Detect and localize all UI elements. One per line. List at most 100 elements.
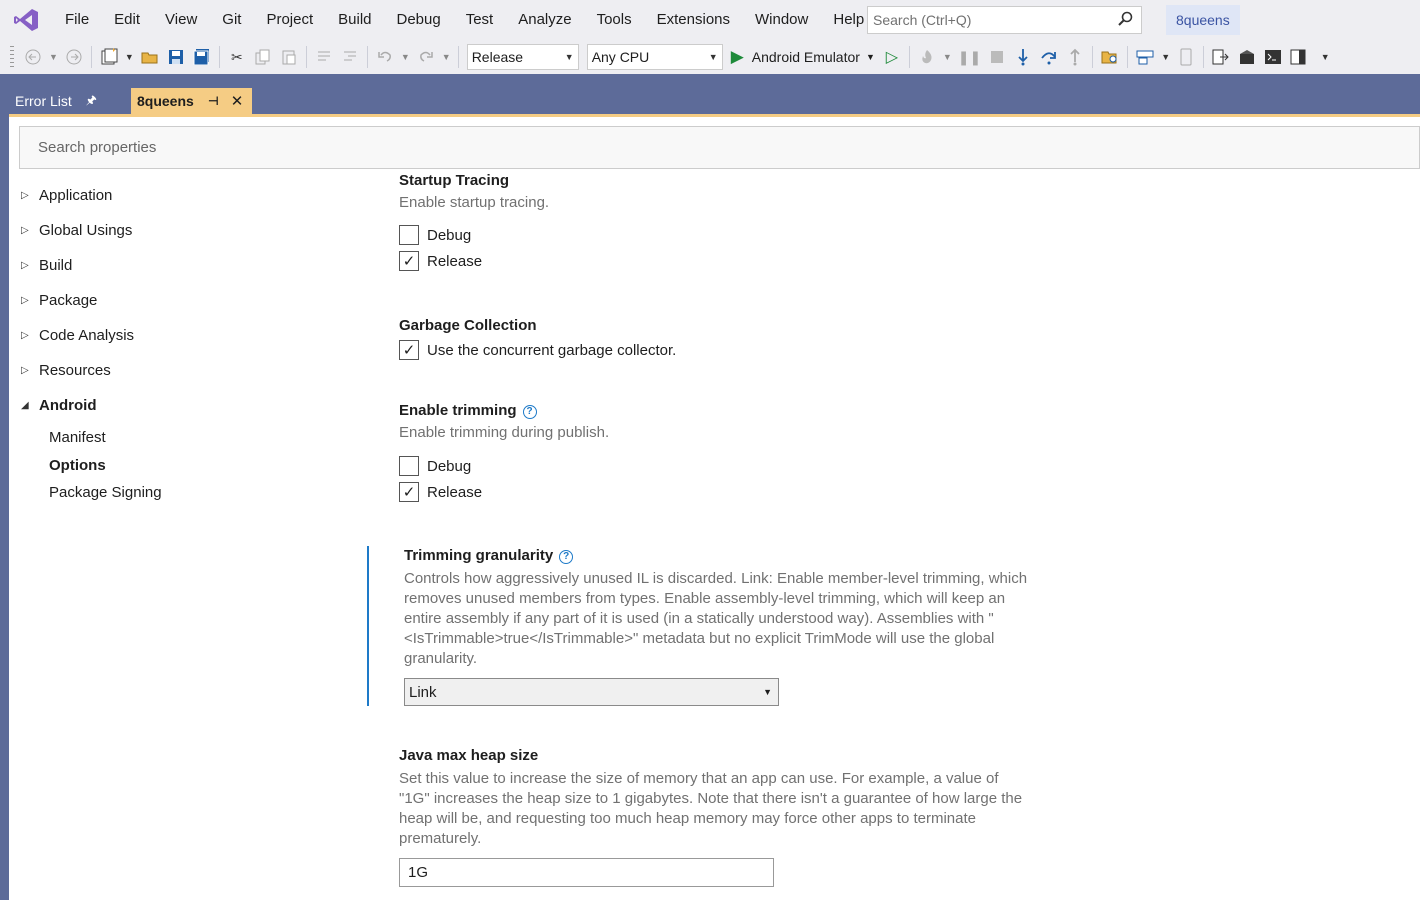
expand-caret-icon[interactable]: ▷ — [21, 190, 39, 201]
chevron-down-icon[interactable]: ▼ — [943, 45, 952, 69]
startup-tracing-debug-checkbox[interactable]: Debug — [399, 225, 471, 245]
toolbar-separator — [305, 46, 307, 68]
run-target-label: Android Emulator — [751, 49, 860, 65]
chevron-down-icon[interactable]: ▼ — [401, 45, 410, 69]
redo-icon[interactable] — [416, 45, 436, 69]
checkbox-box[interactable] — [399, 456, 419, 476]
expand-caret-icon[interactable]: ▷ — [21, 365, 39, 376]
toolbar-overflow-icon[interactable]: ▼ — [1315, 45, 1335, 69]
chevron-down-icon: ▼ — [708, 52, 718, 62]
menu-test[interactable]: Test — [453, 0, 506, 40]
tab-8queens[interactable]: 8queens ⊣ ✕ — [131, 88, 252, 114]
pin-icon[interactable]: ⊣ — [208, 94, 219, 108]
trimming-release-checkbox[interactable]: ✓ Release — [399, 482, 482, 502]
nav-item-application-label: Application — [39, 187, 113, 204]
solution-platform-select[interactable]: Any CPU ▼ — [586, 44, 723, 70]
checkmark-icon[interactable]: ✓ — [399, 251, 419, 271]
visual-studio-logo-icon[interactable] — [0, 0, 52, 40]
trimming-debug-checkbox[interactable]: Debug — [399, 456, 471, 476]
chevron-down-icon[interactable]: ▼ — [49, 45, 58, 69]
expand-caret-icon[interactable]: ▷ — [21, 330, 39, 341]
help-icon[interactable]: ? — [559, 549, 574, 564]
solution-configuration-select[interactable]: Release ▼ — [466, 44, 579, 70]
start-debugging-button[interactable]: ▶ Android Emulator ▼ — [731, 47, 875, 67]
standard-toolbar: ▼ ▼ ✂ ▼ ▼ Release ▼ Any CPU ▼ ▶ Android … — [0, 40, 1420, 74]
expand-caret-icon[interactable]: ▷ — [21, 295, 39, 306]
menu-project[interactable]: Project — [253, 0, 325, 40]
menu-analyze[interactable]: Analyze — [505, 0, 583, 40]
nav-item-global-usings[interactable]: ▷ Global Usings — [21, 222, 132, 239]
hot-reload-icon[interactable] — [917, 45, 937, 69]
undo-icon[interactable] — [375, 45, 395, 69]
menu-tools[interactable]: Tools — [584, 0, 644, 40]
checkmark-icon[interactable]: ✓ — [399, 340, 419, 360]
nav-item-resources[interactable]: ▷ Resources — [21, 362, 111, 379]
android-device-icon[interactable] — [1176, 45, 1196, 69]
chevron-down-icon[interactable]: ▼ — [442, 45, 451, 69]
paste-icon[interactable] — [279, 45, 299, 69]
step-over-icon[interactable] — [1039, 45, 1059, 69]
layout-icon[interactable] — [1289, 45, 1309, 69]
menu-git[interactable]: Git — [209, 0, 253, 40]
start-without-debugging-icon[interactable]: ▷ — [882, 45, 902, 69]
java-heap-size-input[interactable]: 1G — [399, 858, 774, 887]
startup-tracing-release-checkbox[interactable]: ✓ Release — [399, 251, 482, 271]
nav-subitem-package-signing[interactable]: Package Signing — [49, 484, 162, 501]
menu-window[interactable]: Window — [742, 0, 820, 40]
open-folder-icon[interactable] — [140, 45, 160, 69]
toolbar-separator — [366, 46, 368, 68]
search-properties-input[interactable]: Search properties — [19, 126, 1420, 169]
export-icon[interactable] — [1211, 45, 1231, 69]
save-all-icon[interactable] — [192, 45, 212, 69]
collapse-caret-icon[interactable]: ◢ — [21, 400, 39, 411]
checkbox-box[interactable] — [399, 225, 419, 245]
concurrent-gc-checkbox[interactable]: ✓ Use the concurrent garbage collector. — [399, 340, 676, 360]
menu-view[interactable]: View — [152, 0, 209, 40]
device-manager-icon[interactable] — [1135, 45, 1155, 69]
menu-extensions[interactable]: Extensions — [644, 0, 742, 40]
solution-name-badge[interactable]: 8queens — [1166, 5, 1240, 35]
nav-item-package[interactable]: ▷ Package — [21, 292, 97, 309]
uncomment-lines-icon[interactable] — [340, 45, 360, 69]
new-project-icon[interactable] — [99, 45, 119, 69]
find-in-files-icon[interactable] — [1100, 45, 1120, 69]
save-icon[interactable] — [166, 45, 186, 69]
tab-error-list[interactable]: Error List 🖈 — [9, 88, 129, 114]
menu-edit[interactable]: Edit — [101, 0, 152, 40]
menu-build[interactable]: Build — [325, 0, 383, 40]
quick-search-input[interactable]: Search (Ctrl+Q) — [867, 6, 1142, 34]
toolbar-grip[interactable] — [10, 46, 14, 68]
chevron-down-icon[interactable]: ▼ — [1161, 45, 1170, 69]
help-icon[interactable]: ? — [522, 404, 537, 419]
stop-icon[interactable] — [987, 45, 1007, 69]
menu-debug[interactable]: Debug — [384, 0, 453, 40]
nav-item-android-label: Android — [39, 397, 97, 414]
nav-item-build[interactable]: ▷ Build — [21, 257, 72, 274]
pause-icon[interactable]: ❚❚ — [958, 45, 981, 69]
chevron-down-icon[interactable]: ▼ — [125, 45, 134, 69]
step-out-icon[interactable] — [1065, 45, 1085, 69]
pin-icon[interactable]: 🖈 — [86, 91, 97, 112]
expand-caret-icon[interactable]: ▷ — [21, 260, 39, 271]
nav-item-build-label: Build — [39, 257, 73, 274]
cut-icon[interactable]: ✂ — [227, 45, 247, 69]
terminal-icon[interactable] — [1263, 45, 1283, 69]
expand-caret-icon[interactable]: ▷ — [21, 225, 39, 236]
package-icon[interactable] — [1237, 45, 1257, 69]
comment-lines-icon[interactable] — [314, 45, 334, 69]
nav-item-application[interactable]: ▷ Application — [21, 187, 112, 204]
nav-item-android[interactable]: ◢ Android — [21, 397, 97, 414]
step-into-icon[interactable] — [1013, 45, 1033, 69]
navigate-back-icon[interactable] — [23, 45, 43, 69]
copy-icon[interactable] — [253, 45, 273, 69]
navigate-forward-icon[interactable] — [64, 45, 84, 69]
close-icon[interactable]: ✕ — [231, 92, 244, 110]
chevron-down-icon[interactable]: ▼ — [866, 52, 875, 62]
nav-subitem-manifest[interactable]: Manifest — [49, 429, 106, 446]
nav-item-code-analysis[interactable]: ▷ Code Analysis — [21, 327, 134, 344]
nav-item-code-analysis-label: Code Analysis — [39, 327, 135, 344]
checkmark-icon[interactable]: ✓ — [399, 482, 419, 502]
trimming-granularity-select[interactable]: Link ▼ — [404, 678, 779, 706]
menu-file[interactable]: File — [52, 0, 101, 40]
nav-subitem-options[interactable]: Options — [49, 457, 106, 474]
